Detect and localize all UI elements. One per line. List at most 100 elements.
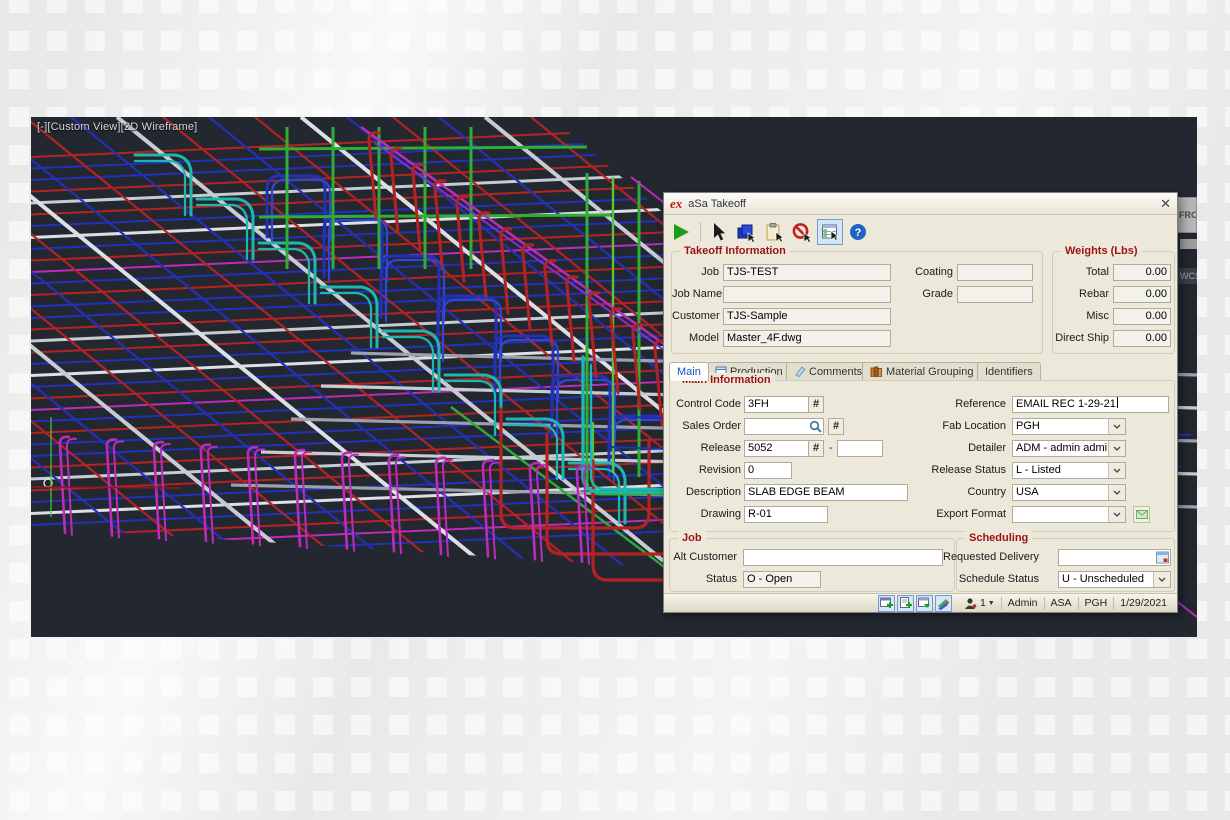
model-label: Model: [672, 330, 719, 347]
release-field[interactable]: 5052: [744, 440, 809, 457]
revision-field[interactable]: 0: [744, 462, 792, 479]
status-field: O - Open: [743, 571, 821, 588]
description-label: Description: [672, 484, 741, 501]
import-window-button[interactable]: [916, 595, 933, 612]
model-field[interactable]: Master_4F.dwg: [723, 330, 891, 347]
misc-field: 0.00: [1113, 308, 1171, 325]
wcs-dropdown[interactable]: WCS: [1178, 268, 1197, 284]
copy-icon: [735, 222, 757, 242]
paste-takeoff-button[interactable]: [761, 219, 787, 245]
close-icon[interactable]: ✕: [1160, 197, 1171, 210]
sales-order-number-button[interactable]: #: [828, 418, 844, 435]
user-count: 1: [980, 597, 986, 609]
select-mode-button[interactable]: [705, 219, 731, 245]
viewcube[interactable]: FRO: [1175, 197, 1197, 233]
schedule-status-value: U - Unscheduled: [1062, 572, 1152, 587]
fab-location-label: Fab Location: [922, 418, 1006, 435]
grade-label: Grade: [903, 286, 953, 303]
total-field: 0.00: [1113, 264, 1171, 281]
detailer-combo[interactable]: ADM - admin admin: [1012, 440, 1126, 457]
chevron-down-icon: ▼: [988, 600, 995, 607]
coating-label: Coating: [903, 264, 953, 281]
asa-takeoff-dialog: ex aSa Takeoff ✕: [663, 192, 1178, 613]
text-caret: [1117, 397, 1118, 408]
copy-takeoff-button[interactable]: [733, 219, 759, 245]
viewport-controls-label[interactable]: [-][Custom View][2D Wireframe]: [37, 121, 197, 133]
total-label: Total: [1052, 264, 1109, 281]
control-code-number-button[interactable]: #: [808, 396, 824, 413]
release-label: Release: [672, 440, 741, 457]
release-number-button[interactable]: #: [808, 440, 824, 457]
reference-field[interactable]: EMAIL REC 1-29-21: [1012, 396, 1169, 413]
release-status-label: Release Status: [922, 462, 1006, 479]
customer-label: Customer: [672, 308, 719, 325]
reports-button[interactable]: [935, 595, 952, 612]
chevron-down-icon[interactable]: [1153, 572, 1170, 587]
country-value: USA: [1016, 485, 1107, 500]
tab-identifiers[interactable]: Identifiers: [977, 362, 1041, 380]
new-takeoff-window-button[interactable]: [878, 595, 895, 612]
scheduling-caption: Scheduling: [965, 531, 1032, 545]
control-code-field[interactable]: 3FH: [744, 396, 809, 413]
job-label: Job: [672, 264, 719, 281]
revision-label: Revision: [672, 462, 741, 479]
calendar-icon[interactable]: [1156, 551, 1169, 564]
help-button[interactable]: ?: [845, 219, 871, 245]
release-status-value: L - Listed: [1016, 463, 1107, 478]
chart-bars-icon: [937, 597, 950, 610]
email-export-button[interactable]: [1133, 506, 1150, 523]
page-plus-icon: [899, 597, 912, 610]
fab-location-combo[interactable]: PGH: [1012, 418, 1126, 435]
chevron-down-icon[interactable]: [1108, 419, 1125, 434]
coating-field[interactable]: [957, 264, 1033, 281]
release-suffix-field[interactable]: [837, 440, 883, 457]
tab-main[interactable]: Main: [669, 362, 709, 381]
grade-field[interactable]: [957, 286, 1033, 303]
job-name-label: Job Name: [672, 286, 719, 303]
user-icon: [964, 597, 978, 610]
schedule-status-combo[interactable]: U - Unscheduled: [1058, 571, 1171, 588]
chevron-down-icon[interactable]: [1108, 485, 1125, 500]
customer-field[interactable]: TJS-Sample: [723, 308, 891, 325]
new-page-button[interactable]: [897, 595, 914, 612]
release-status-combo[interactable]: L - Listed: [1012, 462, 1126, 479]
detailer-label: Detailer: [922, 440, 1006, 457]
envelope-icon: [1136, 510, 1148, 519]
job-name-field[interactable]: [723, 286, 891, 303]
detailer-value: ADM - admin admin: [1016, 441, 1107, 456]
drawing-field[interactable]: R-01: [744, 506, 828, 523]
tab-material-grouping[interactable]: Material Grouping: [862, 362, 981, 380]
job-caption: Job: [678, 531, 706, 545]
toolbar-separator: [700, 222, 701, 242]
cursor-icon: [708, 222, 728, 242]
weights-caption: Weights (Lbs): [1061, 244, 1142, 258]
reference-value: EMAIL REC 1-29-21: [1016, 398, 1116, 410]
chevron-down-icon[interactable]: [1108, 463, 1125, 478]
job-field[interactable]: TJS-TEST: [723, 264, 891, 281]
description-field[interactable]: SLAB EDGE BEAM: [744, 484, 908, 501]
export-format-combo[interactable]: [1012, 506, 1126, 523]
takeoff-sheet-button[interactable]: [817, 219, 843, 245]
window-plus-icon: [880, 597, 893, 610]
active-users-indicator[interactable]: 1 ▼: [964, 597, 995, 610]
alt-customer-field[interactable]: [743, 549, 943, 566]
direct-ship-label: Direct Ship: [1052, 330, 1109, 347]
asa-logo-icon: ex: [670, 196, 682, 212]
tab-comments[interactable]: Comments: [786, 362, 870, 380]
chevron-down-icon[interactable]: [1108, 507, 1125, 522]
help-icon: ?: [848, 222, 868, 242]
fab-location-value: PGH: [1016, 419, 1107, 434]
dialog-titlebar[interactable]: ex aSa Takeoff ✕: [664, 193, 1177, 215]
chevron-down-icon[interactable]: [1108, 441, 1125, 456]
cancel-icon: [791, 222, 813, 242]
run-takeoff-button[interactable]: [668, 219, 694, 245]
search-icon[interactable]: [809, 420, 822, 433]
country-combo[interactable]: USA: [1012, 484, 1126, 501]
requested-delivery-field[interactable]: [1058, 549, 1171, 566]
direct-ship-field: 0.00: [1113, 330, 1171, 347]
reference-label: Reference: [922, 396, 1006, 413]
misc-label: Misc: [1052, 308, 1109, 325]
statusbar-location: PGH: [1078, 597, 1114, 610]
takeoff-information-caption: Takeoff Information: [680, 244, 790, 258]
cancel-takeoff-button[interactable]: [789, 219, 815, 245]
